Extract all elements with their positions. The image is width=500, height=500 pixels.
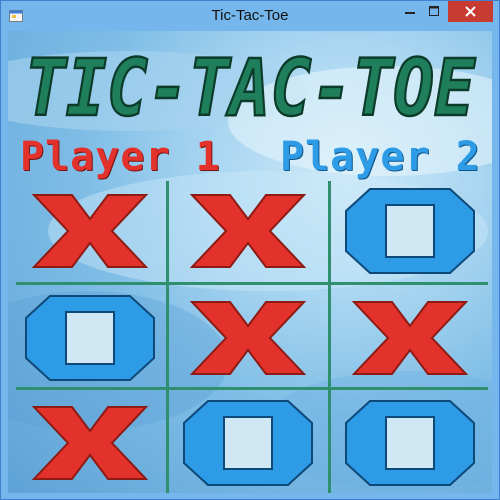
o-mark-icon (183, 400, 313, 486)
x-mark-icon (351, 301, 469, 375)
game-window: Tic-Tac-Toe TIC-TAC-TOE Player 1 Player … (0, 0, 500, 500)
game-title-banner: TIC-TAC-TOE (24, 43, 477, 136)
board-cell-r3-c2[interactable] (174, 393, 322, 493)
x-mark-icon (189, 194, 307, 268)
game-title: TIC-TAC-TOE (25, 44, 476, 134)
player-1-label: Player 1 (20, 134, 221, 180)
game-board (16, 181, 488, 493)
board-cell-r1-c2[interactable] (174, 181, 322, 281)
board-cell-r1-c3[interactable] (336, 181, 484, 281)
minimize-icon (405, 12, 415, 14)
grid-line-horizontal-1 (16, 282, 488, 285)
x-mark-icon (31, 406, 149, 480)
maximize-icon (429, 6, 439, 16)
close-icon (465, 6, 476, 17)
x-mark-icon (189, 301, 307, 375)
maximize-button[interactable] (421, 1, 447, 22)
o-mark-icon (345, 400, 475, 486)
board-cell-r2-c3[interactable] (336, 288, 484, 388)
game-area: TIC-TAC-TOE Player 1 Player 2 (8, 31, 492, 493)
board-cell-r3-c1[interactable] (16, 393, 164, 493)
board-cell-r3-c3[interactable] (336, 393, 484, 493)
player-2-label: Player 2 (280, 134, 481, 180)
grid-line-vertical-1 (166, 181, 169, 493)
x-mark-icon (31, 194, 149, 268)
board-cell-r2-c2[interactable] (174, 288, 322, 388)
grid-line-vertical-2 (328, 181, 331, 493)
board-cell-r1-c1[interactable] (16, 181, 164, 281)
o-mark-icon (25, 295, 155, 381)
title-bar[interactable]: Tic-Tac-Toe (1, 1, 499, 31)
close-button[interactable] (448, 1, 493, 22)
board-cell-r2-c1[interactable] (16, 288, 164, 388)
o-mark-icon (345, 188, 475, 274)
minimize-button[interactable] (399, 1, 421, 22)
